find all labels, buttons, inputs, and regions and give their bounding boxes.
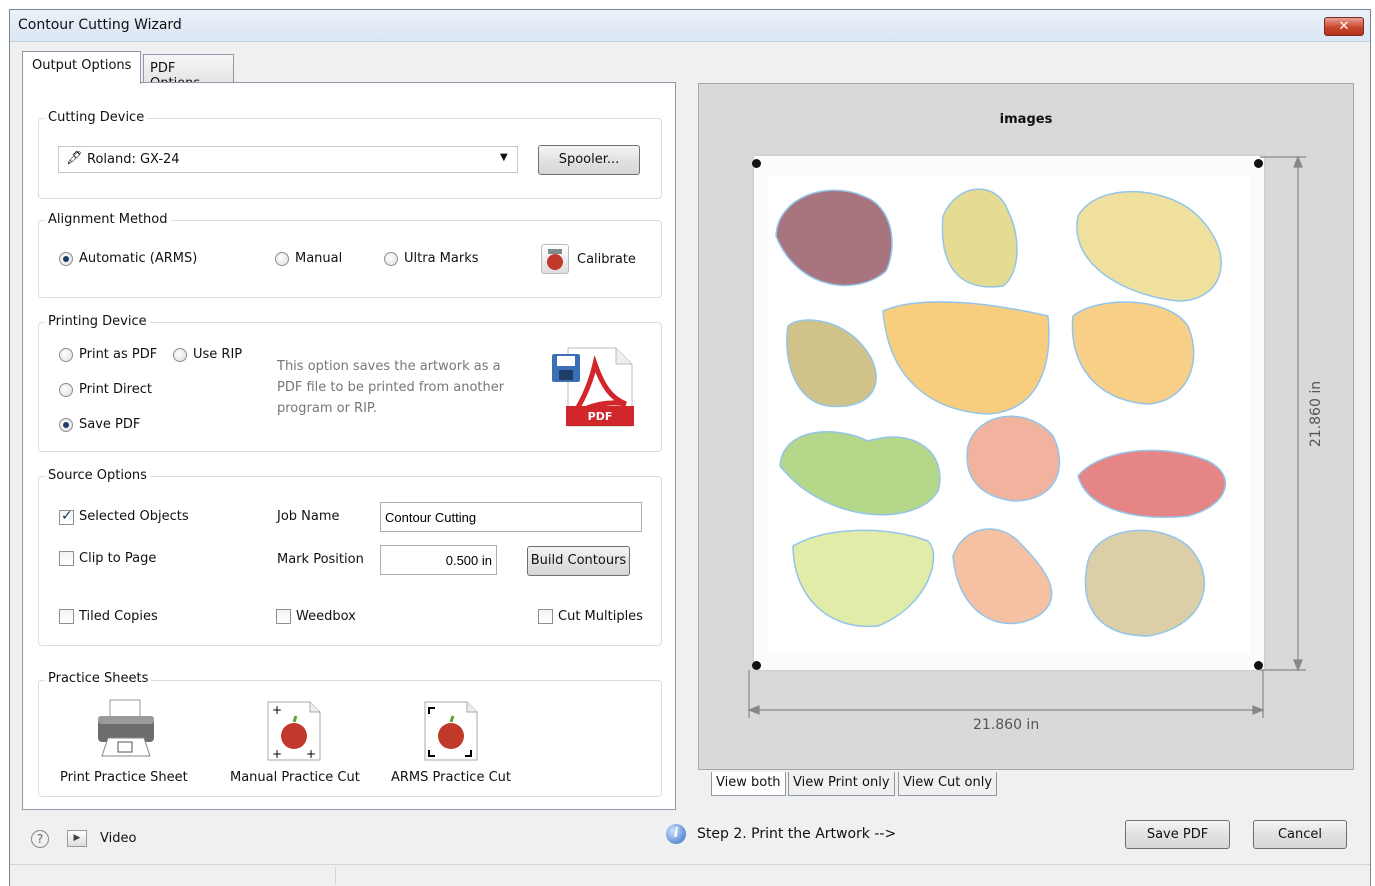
practice-sheets-label: Practice Sheets xyxy=(45,671,152,686)
save-pdf-radio[interactable] xyxy=(59,418,73,432)
alignment-method-label: Alignment Method xyxy=(45,212,171,227)
preview-title: images xyxy=(999,112,1053,127)
build-contours-button[interactable]: Build Contours xyxy=(527,546,630,576)
printing-device-label: Printing Device xyxy=(45,314,150,329)
info-icon: i xyxy=(666,824,686,844)
clip-to-page-label: Clip to Page xyxy=(79,551,157,566)
height-dimension-label: 21.860 in xyxy=(1308,380,1324,448)
weedbox-checkbox[interactable] xyxy=(276,609,291,624)
cutting-device-select[interactable]: Roland: GX-24 xyxy=(58,146,518,173)
svg-text:+: + xyxy=(306,747,316,761)
job-name-label: Job Name xyxy=(277,509,340,524)
tab-view-both[interactable]: View both xyxy=(711,772,786,796)
tiled-copies-label: Tiled Copies xyxy=(79,609,158,624)
use-rip-label: Use RIP xyxy=(193,347,243,362)
mark-position-label: Mark Position xyxy=(277,552,364,567)
tiled-copies-checkbox[interactable] xyxy=(59,609,74,624)
tab-output-options[interactable]: Output Options xyxy=(22,51,142,84)
cut-multiples-label: Cut Multiples xyxy=(558,609,643,624)
printer-icon[interactable] xyxy=(94,698,158,758)
cancel-button[interactable]: Cancel xyxy=(1253,820,1347,849)
manual-practice-cut-label[interactable]: Manual Practice Cut xyxy=(230,770,360,785)
video-link[interactable]: Video xyxy=(100,831,136,846)
step-text: Step 2. Print the Artwork --> xyxy=(697,826,897,842)
cut-multiples-checkbox[interactable] xyxy=(538,609,553,624)
help-icon[interactable]: ? xyxy=(31,830,49,848)
print-direct-radio[interactable] xyxy=(59,383,73,397)
manual-label: Manual xyxy=(295,251,343,266)
calibrate-label[interactable]: Calibrate xyxy=(577,252,636,267)
chevron-down-icon[interactable]: ▼ xyxy=(500,152,508,163)
pdf-icon-text: PDF xyxy=(587,410,613,423)
spooler-button[interactable]: Spooler... xyxy=(538,145,640,175)
weedbox-label: Weedbox xyxy=(296,609,356,624)
automatic-arms-radio[interactable] xyxy=(59,252,73,266)
svg-text:+: + xyxy=(272,747,282,761)
printing-description: This option saves the artwork as a PDF f… xyxy=(277,359,505,416)
mark-position-input[interactable] xyxy=(380,545,497,575)
dimension-lines xyxy=(747,155,1306,718)
print-practice-sheet-label[interactable]: Print Practice Sheet xyxy=(60,770,188,785)
arms-practice-cut-label[interactable]: ARMS Practice Cut xyxy=(391,770,511,785)
ultra-marks-label: Ultra Marks xyxy=(404,251,479,266)
manual-practice-cut-icon[interactable]: + + + xyxy=(266,700,322,762)
print-as-pdf-label: Print as PDF xyxy=(79,347,158,362)
play-icon[interactable]: ▶ xyxy=(67,830,87,847)
cutter-icon: 🖋 xyxy=(66,151,83,166)
clip-to-page-checkbox[interactable] xyxy=(59,551,74,566)
job-name-input[interactable] xyxy=(380,502,642,532)
device-name: Roland: GX-24 xyxy=(87,152,180,167)
tab-view-print-only[interactable]: View Print only xyxy=(788,772,895,796)
tab-view-cut-only[interactable]: View Cut only xyxy=(898,772,998,796)
ultra-marks-radio[interactable] xyxy=(384,252,398,266)
selected-objects-label: Selected Objects xyxy=(79,509,189,524)
status-divider xyxy=(335,867,336,885)
source-options-label: Source Options xyxy=(45,468,150,483)
tab-pdf-options[interactable]: PDF Options xyxy=(143,54,234,91)
manual-radio[interactable] xyxy=(275,252,289,266)
cutting-device-label: Cutting Device xyxy=(45,110,148,125)
pdf-file-icon: PDF xyxy=(550,346,634,428)
arms-practice-cut-icon[interactable] xyxy=(423,700,479,762)
status-bar xyxy=(10,864,1370,886)
use-rip-radio[interactable] xyxy=(173,348,187,362)
window-title: Contour Cutting Wizard xyxy=(18,17,182,33)
print-as-pdf-radio[interactable] xyxy=(59,348,73,362)
width-dimension-label: 21.860 in xyxy=(973,717,1040,733)
calibrate-icon[interactable] xyxy=(541,244,569,274)
save-pdf-button[interactable]: Save PDF xyxy=(1125,820,1230,849)
svg-text:+: + xyxy=(272,703,282,717)
automatic-arms-label: Automatic (ARMS) xyxy=(79,251,198,266)
save-pdf-label: Save PDF xyxy=(79,417,141,432)
title-bar: Contour Cutting Wizard ✕ xyxy=(10,10,1370,42)
close-button[interactable]: ✕ xyxy=(1324,17,1364,36)
selected-objects-checkbox[interactable] xyxy=(59,508,74,525)
print-direct-label: Print Direct xyxy=(79,382,152,397)
